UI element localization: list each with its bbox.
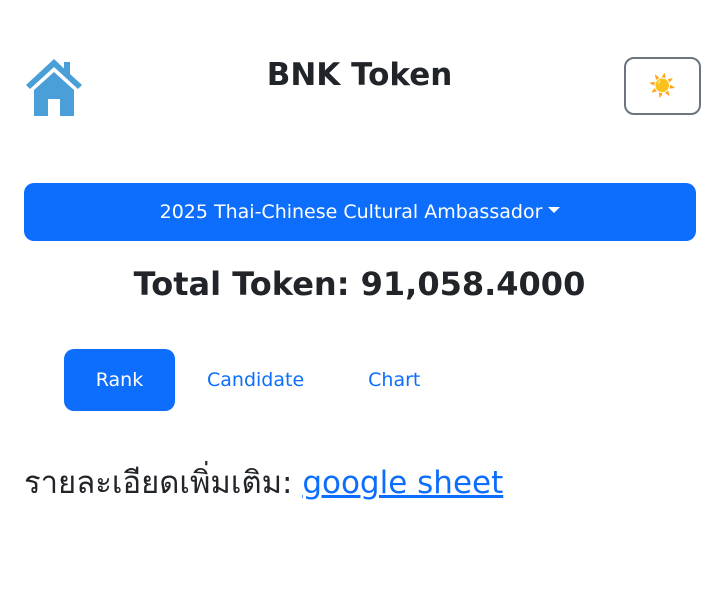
event-dropdown-label: 2025 Thai-Chinese Cultural Ambassador bbox=[159, 201, 543, 223]
tab-chart[interactable]: Chart bbox=[336, 349, 452, 411]
theme-toggle-button[interactable]: ☀️ bbox=[624, 57, 701, 115]
event-dropdown[interactable]: 2025 Thai-Chinese Cultural Ambassador bbox=[24, 183, 696, 241]
sun-icon: ☀️ bbox=[648, 73, 677, 98]
tab-rank[interactable]: Rank bbox=[64, 349, 175, 411]
app-title: BNK Token bbox=[266, 57, 453, 93]
details-label: รายละเอียดเพิ่มเติม: bbox=[24, 465, 303, 501]
tab-bar: Rank Candidate Chart bbox=[64, 349, 452, 411]
caret-down-icon bbox=[548, 207, 561, 213]
total-token: Total Token: 91,058.4000 bbox=[133, 265, 586, 303]
page: BNK Token ☀️ 2025 Thai-Chinese Cultural … bbox=[0, 0, 719, 589]
details-line: รายละเอียดเพิ่มเติม: google sheet bbox=[24, 460, 503, 506]
tab-candidate[interactable]: Candidate bbox=[175, 349, 336, 411]
google-sheet-link[interactable]: google sheet bbox=[302, 465, 503, 501]
